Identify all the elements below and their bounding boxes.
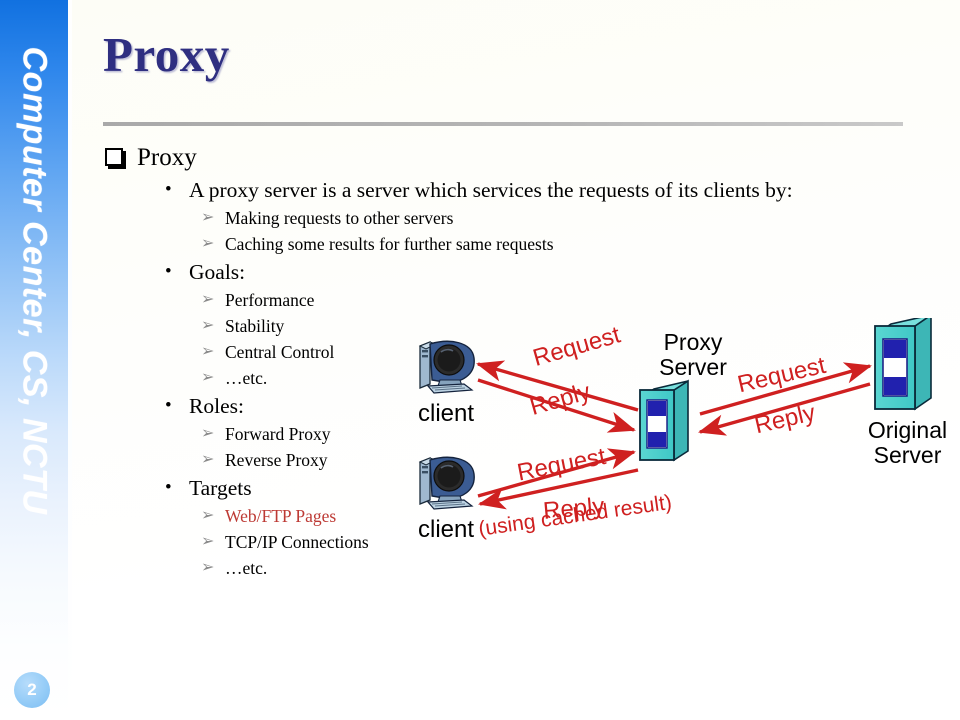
proxy-server-label-line1: Proxy <box>663 329 723 355</box>
list-item: • A proxy server is a server which servi… <box>103 175 793 205</box>
arrow-bullet-icon: ➢ <box>201 343 215 360</box>
page-number-badge: 2 <box>14 672 50 708</box>
proxy-flow-diagram: Proxy Server Original Server client clie… <box>400 318 960 568</box>
list-item-label: Stability <box>225 316 285 336</box>
arrow-bullet-icon: ➢ <box>201 507 215 524</box>
arrow-bullet-icon: ➢ <box>201 425 215 442</box>
list-item-label: Making requests to other servers <box>225 208 454 228</box>
proxy-server-label-line2: Server <box>659 354 727 380</box>
list-item: ➢ Caching some results for further same … <box>103 231 793 257</box>
arrow-bullet-icon: ➢ <box>201 533 215 550</box>
list-item: • Goals: <box>103 257 793 287</box>
original-server-label: Original Server <box>840 418 960 468</box>
dot-bullet-icon: • <box>165 395 172 416</box>
client-computer-icon-bottom <box>418 456 475 510</box>
list-item-label: TCP/IP Connections <box>225 532 369 552</box>
arrow-bullet-icon: ➢ <box>201 291 215 308</box>
list-item-label: Central Control <box>225 342 335 362</box>
arrow-bullet-icon: ➢ <box>201 235 215 252</box>
page-title: Proxy <box>103 27 230 82</box>
list-item-label: …etc. <box>225 368 268 388</box>
list-item-label: A proxy server is a server which service… <box>189 178 793 202</box>
list-item-label: Caching some results for further same re… <box>225 234 554 254</box>
arrow-bullet-icon: ➢ <box>201 559 215 576</box>
square-bullet-icon <box>105 148 123 166</box>
list-item-label: …etc. <box>225 558 268 578</box>
dot-bullet-icon: • <box>165 179 172 200</box>
list-item-label: Targets <box>189 476 252 500</box>
client-computer-icon-top <box>418 340 475 394</box>
list-item-label: Web/FTP Pages <box>225 506 337 526</box>
arrow-bullet-icon: ➢ <box>201 317 215 334</box>
slide-canvas: Computer Center, CS, NCTU 2 Proxy Proxy … <box>0 0 960 720</box>
original-server-icon <box>874 318 932 411</box>
sidebar-edge <box>68 0 72 720</box>
sidebar-gradient-bar <box>0 0 68 720</box>
list-item: ➢ Performance <box>103 287 793 313</box>
original-server-label-line2: Server <box>873 442 942 468</box>
arrow-bullet-icon: ➢ <box>201 451 215 468</box>
list-item-label: Goals: <box>189 260 246 284</box>
page-number-text: 2 <box>27 680 37 699</box>
arrow-bullet-icon: ➢ <box>201 369 215 386</box>
list-item: ➢ Making requests to other servers <box>103 205 793 231</box>
list-item-label: Roles: <box>189 394 244 418</box>
outline-heading-text: Proxy <box>137 144 197 171</box>
client-top-label: client <box>418 400 475 427</box>
outline-heading: Proxy <box>103 142 793 173</box>
arrow-bullet-icon: ➢ <box>201 209 215 226</box>
original-server-label-line1: Original <box>867 417 948 443</box>
list-item-label: Performance <box>225 290 315 310</box>
dot-bullet-icon: • <box>165 261 172 282</box>
client-bottom-label: client <box>418 516 475 543</box>
list-item-label: Forward Proxy <box>225 424 331 444</box>
list-item-label: Reverse Proxy <box>225 450 328 470</box>
title-divider <box>103 122 903 126</box>
dot-bullet-icon: • <box>165 477 172 498</box>
proxy-server-label: Proxy Server <box>638 330 748 380</box>
proxy-server-icon <box>639 379 689 462</box>
